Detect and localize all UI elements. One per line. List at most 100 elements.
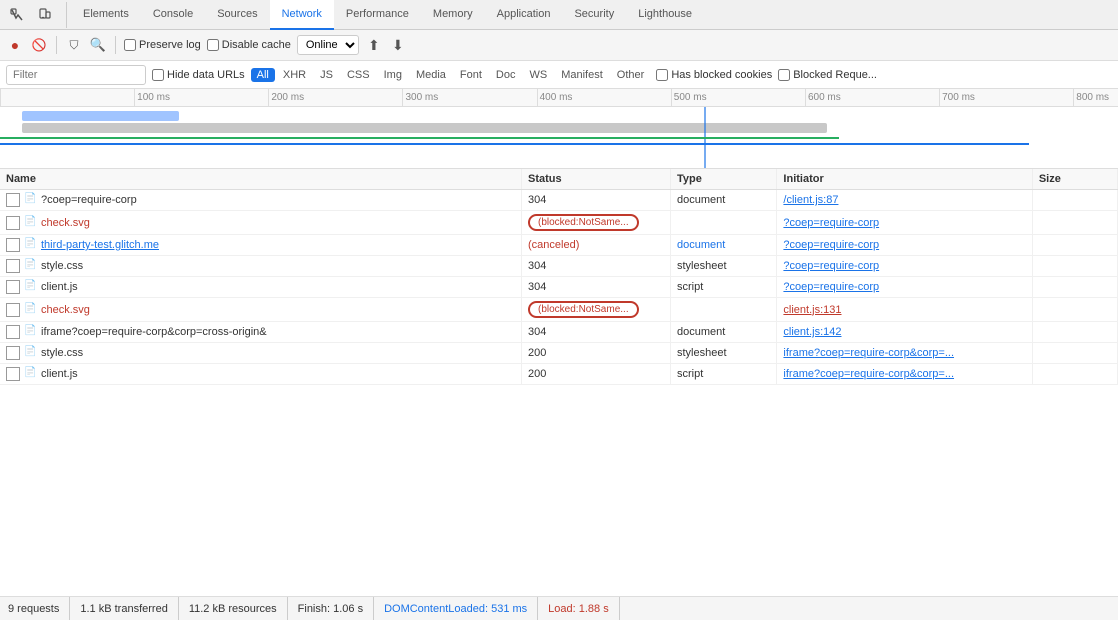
tab-network[interactable]: Network	[270, 0, 334, 30]
initiator-link[interactable]: client.js:142	[783, 326, 841, 338]
cell-name: 📄check.svg	[0, 298, 522, 322]
initiator-link[interactable]: ?coep=require-corp	[783, 260, 879, 272]
row-name-text[interactable]: third-party-test.glitch.me	[41, 239, 159, 251]
tab-performance[interactable]: Performance	[334, 0, 421, 30]
initiator-link[interactable]: client.js:131	[783, 304, 841, 316]
toolbar: ● 🚫 ⛉ 🔍 Preserve log Disable cache Onlin…	[0, 30, 1118, 61]
cell-initiator: client.js:142	[777, 322, 1032, 343]
status-transferred: 1.1 kB transferred	[70, 597, 178, 620]
cell-name: 📄check.svg	[0, 211, 522, 235]
filter-type-manifest[interactable]: Manifest	[555, 68, 609, 82]
tick-600: 600 ms	[805, 89, 841, 106]
row-checkbox	[6, 238, 20, 252]
filter-input[interactable]	[6, 65, 146, 85]
filter-type-ws[interactable]: WS	[523, 68, 553, 82]
initiator-link[interactable]: iframe?coep=require-corp&corp=...	[783, 368, 954, 380]
filter-type-doc[interactable]: Doc	[490, 68, 522, 82]
row-name-text[interactable]: client.js	[41, 281, 78, 293]
cell-name: 📄client.js	[0, 277, 522, 298]
cell-initiator: ?coep=require-corp	[777, 211, 1032, 235]
blocked-badge: (blocked:NotSame...	[528, 214, 639, 231]
disable-cache-checkbox[interactable]: Disable cache	[207, 39, 291, 51]
filter-type-all[interactable]: All	[251, 68, 275, 82]
table-row[interactable]: 📄style.css304stylesheet?coep=require-cor…	[0, 256, 1118, 277]
blocked-requests-input[interactable]	[778, 69, 790, 81]
header-name: Name	[0, 169, 522, 190]
waterfall-bar-1	[22, 111, 179, 121]
tab-application[interactable]: Application	[485, 0, 563, 30]
table-row[interactable]: 📄client.js304script?coep=require-corp	[0, 277, 1118, 298]
row-name-text[interactable]: check.svg	[41, 217, 90, 229]
tab-elements[interactable]: Elements	[71, 0, 141, 30]
row-checkbox	[6, 303, 20, 317]
row-checkbox	[6, 367, 20, 381]
preserve-log-checkbox[interactable]: Preserve log	[124, 39, 201, 51]
tick-700: 700 ms	[939, 89, 975, 106]
filter-type-font[interactable]: Font	[454, 68, 488, 82]
filter-type-js[interactable]: JS	[314, 68, 339, 82]
filter-type-css[interactable]: CSS	[341, 68, 376, 82]
filter-type-xhr[interactable]: XHR	[277, 68, 312, 82]
initiator-link[interactable]: ?coep=require-corp	[783, 239, 879, 251]
tab-sources[interactable]: Sources	[205, 0, 269, 30]
cell-type	[671, 298, 777, 322]
file-icon: 📄	[24, 367, 38, 381]
filter-icon[interactable]: ⛉	[65, 36, 83, 54]
row-name-text[interactable]: iframe?coep=require-corp&corp=cross-orig…	[41, 326, 267, 338]
filter-type-other[interactable]: Other	[611, 68, 651, 82]
filter-type-media[interactable]: Media	[410, 68, 452, 82]
row-name-text[interactable]: client.js	[41, 368, 78, 380]
hide-data-urls-checkbox[interactable]: Hide data URLs	[152, 69, 245, 81]
initiator-link[interactable]: iframe?coep=require-corp&corp=...	[783, 347, 954, 359]
tab-security[interactable]: Security	[562, 0, 626, 30]
cell-size	[1032, 190, 1117, 211]
search-icon[interactable]: 🔍	[89, 36, 107, 54]
initiator-link[interactable]: ?coep=require-corp	[783, 281, 879, 293]
table-row[interactable]: 📄third-party-test.glitch.me(canceled)doc…	[0, 235, 1118, 256]
disable-cache-input[interactable]	[207, 39, 219, 51]
throttle-select[interactable]: Online	[297, 35, 359, 55]
cell-size	[1032, 277, 1117, 298]
table-row[interactable]: 📄?coep=require-corp304document/client.js…	[0, 190, 1118, 211]
has-blocked-cookies-input[interactable]	[656, 69, 668, 81]
initiator-link[interactable]: /client.js:87	[783, 194, 838, 206]
row-name-text[interactable]: style.css	[41, 260, 83, 272]
cell-name: 📄client.js	[0, 364, 522, 385]
filter-type-img[interactable]: Img	[378, 68, 408, 82]
upload-button[interactable]: ⬆	[365, 36, 383, 54]
cell-status: (canceled)	[522, 235, 671, 256]
table-row[interactable]: 📄check.svg (blocked:NotSame... ?coep=requi…	[0, 211, 1118, 235]
file-icon: 📄	[24, 346, 38, 360]
table-row[interactable]: 📄style.css200stylesheetiframe?coep=requi…	[0, 343, 1118, 364]
timeline-area: 100 ms 200 ms 300 ms 400 ms 500 ms 600 m…	[0, 89, 1118, 169]
cell-size	[1032, 343, 1117, 364]
inspect-icon[interactable]	[4, 2, 30, 28]
table-row[interactable]: 📄check.svg (blocked:NotSame... client.js:1…	[0, 298, 1118, 322]
cell-type: document	[671, 235, 777, 256]
has-blocked-cookies-checkbox[interactable]: Has blocked cookies	[656, 69, 772, 81]
cell-type	[671, 211, 777, 235]
row-name-text[interactable]: style.css	[41, 347, 83, 359]
device-icon[interactable]	[32, 2, 58, 28]
record-button[interactable]: ●	[6, 36, 24, 54]
row-name-text[interactable]: ?coep=require-corp	[41, 194, 137, 206]
header-size: Size	[1032, 169, 1117, 190]
blocked-requests-checkbox[interactable]: Blocked Reque...	[778, 69, 877, 81]
blocked-badge: (blocked:NotSame...	[528, 301, 639, 318]
table-row[interactable]: 📄iframe?coep=require-corp&corp=cross-ori…	[0, 322, 1118, 343]
hide-data-urls-input[interactable]	[152, 69, 164, 81]
tab-lighthouse[interactable]: Lighthouse	[626, 0, 704, 30]
tick-800: 800 ms	[1073, 89, 1109, 106]
file-icon: 📄	[24, 259, 38, 273]
stop-button[interactable]: 🚫	[30, 36, 48, 54]
tab-console[interactable]: Console	[141, 0, 205, 30]
row-name-text[interactable]: check.svg	[41, 304, 90, 316]
cell-initiator: ?coep=require-corp	[777, 256, 1032, 277]
cell-initiator: client.js:131	[777, 298, 1032, 322]
download-button[interactable]: ⬇	[389, 36, 407, 54]
preserve-log-input[interactable]	[124, 39, 136, 51]
tab-memory[interactable]: Memory	[421, 0, 485, 30]
initiator-link[interactable]: ?coep=require-corp	[783, 217, 879, 229]
table-row[interactable]: 📄client.js200scriptiframe?coep=require-c…	[0, 364, 1118, 385]
devtools-icons	[4, 2, 67, 28]
